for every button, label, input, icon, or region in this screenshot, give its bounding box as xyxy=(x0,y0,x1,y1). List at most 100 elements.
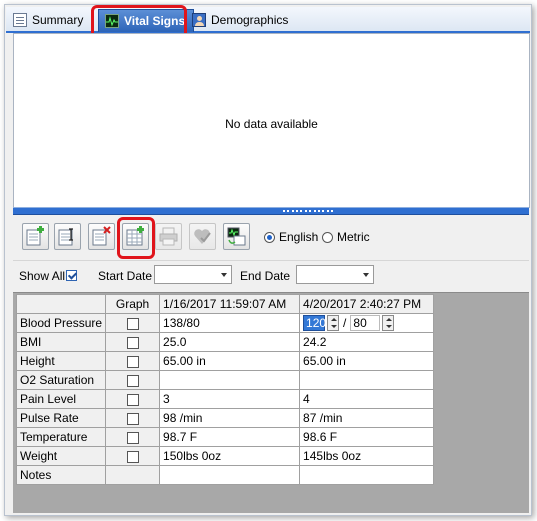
show-all-checkbox[interactable] xyxy=(66,270,77,281)
systolic-input[interactable]: 120 xyxy=(303,315,326,331)
graph-checkbox[interactable] xyxy=(126,374,139,387)
vitals-toolbar: English Metric xyxy=(13,215,529,260)
empty-graph-cell xyxy=(105,465,161,485)
edit-vitals-button[interactable] xyxy=(54,223,81,250)
notes-cell[interactable] xyxy=(159,465,301,485)
vital-cell[interactable]: 24.2 xyxy=(299,332,435,352)
delete-vitals-icon xyxy=(92,226,111,246)
heart-check-button[interactable] xyxy=(189,223,216,250)
row-label: Pain Level xyxy=(15,389,107,409)
english-units-label: English xyxy=(279,230,319,244)
vitals-grid: Graph 1/16/2017 11:59:07 AM 4/20/2017 2:… xyxy=(15,294,435,485)
vital-cell[interactable]: 150lbs 0oz xyxy=(159,446,301,466)
date-column-header[interactable]: 1/16/2017 11:59:07 AM xyxy=(159,294,301,314)
graph-column-header: Graph xyxy=(105,294,161,314)
chevron-down-icon xyxy=(363,273,369,277)
diastolic-input[interactable]: 80 xyxy=(350,315,381,331)
notes-cell[interactable] xyxy=(299,465,435,485)
radio-selected-icon xyxy=(264,231,275,243)
add-vitals-button[interactable] xyxy=(22,223,49,250)
vital-cell[interactable]: 98.6 F xyxy=(299,427,435,447)
heart-monitor-icon xyxy=(105,14,119,28)
corner-cell xyxy=(15,294,107,314)
add-vitals-icon xyxy=(26,226,44,246)
vital-cell[interactable]: 4 xyxy=(299,389,435,409)
vital-cell[interactable]: 65.00 in xyxy=(299,351,435,371)
table-row: Temperature 98.7 F 98.6 F xyxy=(15,427,435,447)
vital-cell[interactable] xyxy=(299,370,435,390)
row-label: Temperature xyxy=(15,427,107,447)
vital-cell[interactable] xyxy=(159,370,301,390)
vital-cell[interactable]: 65.00 in xyxy=(159,351,301,371)
grid-header-row: Graph 1/16/2017 11:59:07 AM 4/20/2017 2:… xyxy=(15,294,435,314)
table-row: Pulse Rate 98 /min 87 /min xyxy=(15,408,435,428)
print-button[interactable] xyxy=(155,223,182,250)
no-data-message: No data available xyxy=(225,117,318,131)
table-row: Notes xyxy=(15,465,435,485)
show-all-label: Show All xyxy=(19,269,66,283)
row-label: O2 Saturation xyxy=(15,370,107,390)
document-icon xyxy=(13,13,27,27)
diastolic-spinner[interactable] xyxy=(382,315,395,331)
metric-units-label: Metric xyxy=(337,230,370,244)
vital-cell[interactable]: 138/80 xyxy=(159,313,301,333)
start-date-dropdown[interactable] xyxy=(154,265,232,284)
graph-checkbox[interactable] xyxy=(126,431,139,444)
tab-vital-signs-label: Vital Signs xyxy=(124,14,186,28)
row-label: Weight xyxy=(15,446,107,466)
tab-summary-label: Summary xyxy=(32,13,84,27)
table-row: Height 65.00 in 65.00 in xyxy=(15,351,435,371)
row-label: Blood Pressure xyxy=(15,313,107,333)
row-label: BMI xyxy=(15,332,107,352)
end-date-label: End Date xyxy=(240,269,291,283)
graph-checkbox[interactable] xyxy=(126,393,139,406)
english-units-radio[interactable]: English xyxy=(264,230,318,244)
row-label: Pulse Rate xyxy=(15,408,107,428)
vital-cell[interactable]: 25.0 xyxy=(159,332,301,352)
graph-checkbox[interactable] xyxy=(126,355,139,368)
print-icon xyxy=(159,227,178,246)
tab-vital-signs[interactable]: Vital Signs xyxy=(98,9,195,32)
table-row: O2 Saturation xyxy=(15,370,435,390)
table-row: Weight 150lbs 0oz 145lbs 0oz xyxy=(15,446,435,466)
table-row: BMI 25.0 24.2 xyxy=(15,332,435,352)
graph-checkbox[interactable] xyxy=(126,412,139,425)
date-column-header[interactable]: 4/20/2017 2:40:27 PM xyxy=(299,294,435,314)
row-label: Height xyxy=(15,351,107,371)
person-icon xyxy=(192,13,206,27)
vital-cell[interactable]: 98 /min xyxy=(159,408,301,428)
vital-cell[interactable]: 87 /min xyxy=(299,408,435,428)
tab-summary[interactable]: Summary xyxy=(13,10,83,30)
graph-checkbox[interactable] xyxy=(126,317,139,330)
splitter-grip xyxy=(283,209,333,213)
heart-check-icon xyxy=(194,229,211,244)
radio-unselected-icon xyxy=(322,231,333,243)
vital-cell[interactable]: 3 xyxy=(159,389,301,409)
delete-vitals-button[interactable] xyxy=(88,223,115,250)
row-label: Notes xyxy=(15,465,107,485)
chart-panel: No data available xyxy=(13,33,530,208)
graph-checkbox[interactable] xyxy=(126,450,139,463)
end-date-dropdown[interactable] xyxy=(296,265,374,284)
vital-cell[interactable]: 145lbs 0oz xyxy=(299,446,435,466)
table-row: Blood Pressure 138/80 120 / 80 xyxy=(15,313,435,333)
vitals-grid-container: Graph 1/16/2017 11:59:07 AM 4/20/2017 2:… xyxy=(13,292,529,513)
add-column-button[interactable] xyxy=(122,223,149,250)
start-date-label: Start Date xyxy=(98,269,153,283)
edit-vitals-icon xyxy=(58,228,73,246)
bp-separator: / xyxy=(343,316,347,330)
tab-strip: Summary Vital Signs Demographics xyxy=(6,7,530,33)
tab-demographics-label: Demographics xyxy=(211,13,289,27)
import-vitals-button[interactable] xyxy=(223,223,250,250)
panel-splitter[interactable] xyxy=(13,207,529,215)
table-row: Pain Level 3 4 xyxy=(15,389,435,409)
vital-cell[interactable]: 98.7 F xyxy=(159,427,301,447)
systolic-spinner[interactable] xyxy=(327,315,340,331)
graph-checkbox[interactable] xyxy=(126,336,139,349)
metric-units-radio[interactable]: Metric xyxy=(322,230,370,244)
add-column-icon xyxy=(126,226,144,246)
filter-row: Show All Start Date End Date xyxy=(13,260,529,289)
chevron-down-icon xyxy=(221,273,227,277)
blood-pressure-editor[interactable]: 120 / 80 xyxy=(299,313,435,333)
tab-demographics[interactable]: Demographics xyxy=(192,10,288,30)
